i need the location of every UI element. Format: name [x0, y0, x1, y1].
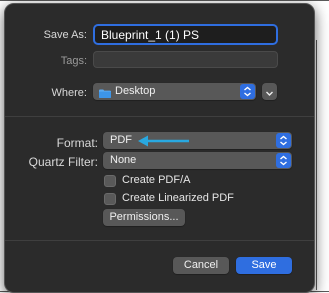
- create-pdfa-label: Create PDF/A: [122, 174, 191, 186]
- save-button[interactable]: Save: [236, 257, 292, 274]
- save-as-field[interactable]: Blueprint_1 (1) PS: [93, 24, 278, 45]
- chevron-down-icon: [265, 87, 274, 104]
- format-value: PDF: [110, 134, 132, 146]
- tags-label: Tags:: [60, 55, 87, 67]
- quartz-filter-value: None: [110, 154, 137, 166]
- create-pdfa-checkbox[interactable]: [104, 175, 116, 187]
- where-popup[interactable]: Desktop: [93, 83, 256, 100]
- folder-icon: [99, 87, 111, 98]
- create-linearized-label: Create Linearized PDF: [122, 192, 234, 204]
- quartz-filter-label: Quartz Filter:: [28, 155, 98, 169]
- expand-button[interactable]: [262, 83, 277, 100]
- tags-field[interactable]: [93, 51, 278, 68]
- up-down-chevron-icon: [276, 133, 291, 148]
- cancel-button[interactable]: Cancel: [173, 257, 229, 274]
- save-as-label: Save As:: [43, 29, 87, 41]
- create-linearized-checkbox[interactable]: [104, 193, 116, 205]
- up-down-chevron-icon: [276, 153, 291, 168]
- permissions-button[interactable]: Permissions...: [103, 209, 185, 226]
- format-popup[interactable]: PDF: [103, 132, 292, 149]
- format-label: Format:: [56, 136, 98, 150]
- background-line: [316, 40, 317, 290]
- separator: [5, 240, 314, 241]
- separator: [5, 116, 314, 117]
- up-down-chevron-icon: [240, 84, 255, 99]
- arrow-left-icon: [138, 135, 190, 147]
- quartz-filter-popup[interactable]: None: [103, 152, 292, 169]
- where-label: Where:: [51, 87, 87, 99]
- save-dialog: Save As: Blueprint_1 (1) PS Tags: Where:…: [4, 3, 315, 293]
- background-line: [0, 0, 329, 1]
- where-value: Desktop: [115, 85, 156, 97]
